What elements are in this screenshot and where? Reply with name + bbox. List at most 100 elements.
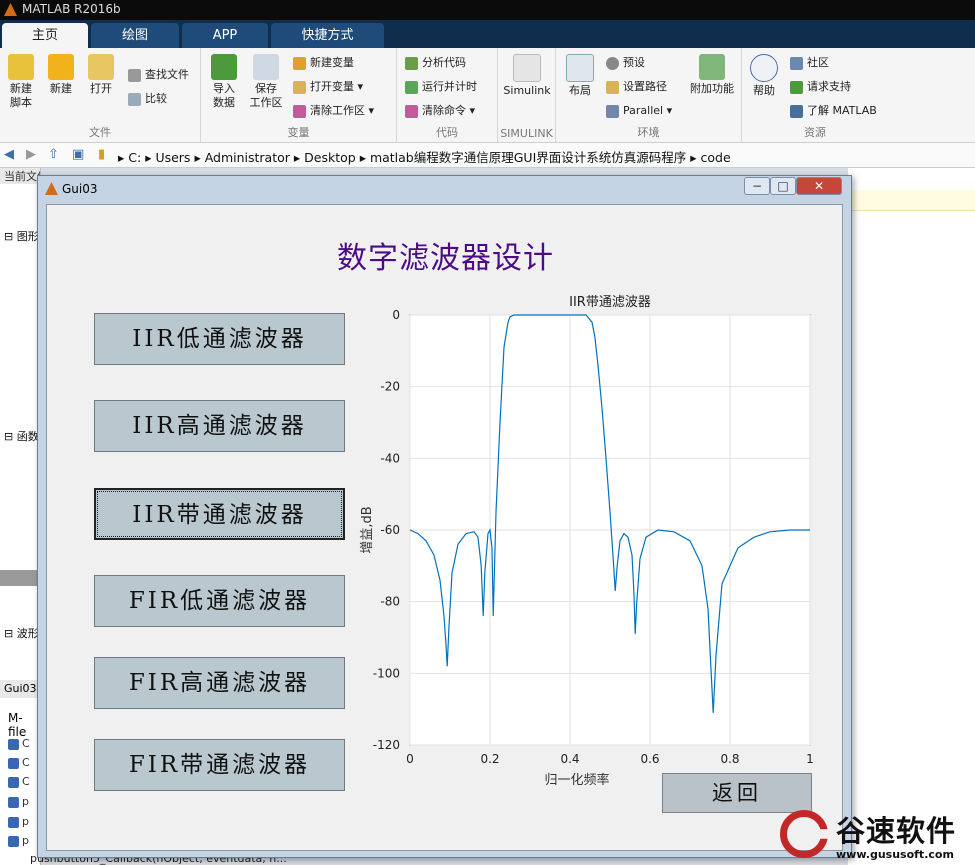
preferences-button[interactable]: 预设 bbox=[606, 54, 645, 72]
fir-highpass-button[interactable]: FIR高通滤波器 bbox=[94, 657, 345, 709]
response-chart: 0 0.2 0.4 0.6 0.8 1 0 -20 -40 -60 -80 -100 -120 IIR带… bbox=[360, 295, 814, 785]
open-variable-icon bbox=[293, 80, 306, 94]
find-files-button[interactable]: 查找文件 bbox=[128, 66, 189, 84]
fir-lowpass-button[interactable]: FIR低通滤波器 bbox=[94, 575, 345, 627]
breadcrumb-item[interactable]: Users bbox=[155, 150, 190, 165]
section-waveforms[interactable]: ⊟ 波形 bbox=[4, 625, 39, 641]
group-label-code: 代码 bbox=[436, 126, 458, 139]
gui-window: Gui03 − □ ✕ 数字滤波器设计 IIR低通滤波器 IIR高通滤波器 II… bbox=[37, 175, 852, 858]
community-button[interactable]: 社区 bbox=[790, 54, 829, 72]
save-workspace-button[interactable]: 保存 工作区 bbox=[247, 54, 285, 110]
y-tick-label: -120 bbox=[373, 738, 400, 752]
list-item[interactable]: C bbox=[8, 775, 38, 789]
up-folder-icon[interactable]: ⇧ bbox=[48, 147, 59, 162]
details-header: Gui03 bbox=[0, 680, 40, 698]
breadcrumb-item[interactable]: Administrator bbox=[205, 150, 290, 165]
compare-button[interactable]: 比较 bbox=[128, 90, 167, 108]
layout-icon bbox=[566, 54, 594, 82]
simulink-button[interactable]: Simulink bbox=[502, 54, 552, 98]
x-axis-label: 归一化频率 bbox=[544, 772, 609, 785]
set-path-button[interactable]: 设置路径 bbox=[606, 78, 667, 96]
window-title: Gui03 bbox=[62, 182, 98, 196]
ribbon-group-environment: 布局 预设 设置路径 Parallel ▾ 附加功能 环境 bbox=[556, 48, 742, 142]
app-titlebar: MATLAB R2016b bbox=[0, 0, 975, 20]
forward-arrow-icon[interactable]: ▶ bbox=[26, 147, 36, 162]
iir-highpass-button[interactable]: IIR高通滤波器 bbox=[94, 400, 345, 452]
iir-bandpass-button[interactable]: IIR带通滤波器 bbox=[94, 488, 345, 540]
clear-workspace-button[interactable]: 清除工作区 ▾ bbox=[293, 102, 374, 120]
gui-client-area: 数字滤波器设计 IIR低通滤波器 IIR高通滤波器 IIR带通滤波器 FIR低通… bbox=[46, 204, 843, 851]
breadcrumb-item[interactable]: matlab编程数字通信原理GUI界面设计系统仿真源码程序 bbox=[370, 150, 686, 165]
watermark-logo: 谷速软件 www.gususoft.com bbox=[780, 808, 975, 865]
tab-apps[interactable]: APP bbox=[182, 23, 268, 48]
close-button[interactable]: ✕ bbox=[796, 177, 842, 195]
x-tick-label: 0.2 bbox=[480, 752, 499, 766]
new-script-icon bbox=[8, 54, 34, 80]
list-item[interactable]: C bbox=[8, 737, 38, 751]
group-label-file: 文件 bbox=[89, 126, 111, 139]
fir-bandpass-button[interactable]: FIR带通滤波器 bbox=[94, 739, 345, 791]
x-tick-label: 0.8 bbox=[720, 752, 739, 766]
ribbon-tabbar: 主页 绘图 APP 快捷方式 bbox=[0, 20, 975, 48]
back-button[interactable]: 返回 bbox=[662, 773, 812, 813]
ribbon: 新建 脚本 新建 打开 查找文件 比较 文件 导入 数据 保存 工作区 新建变量… bbox=[0, 48, 975, 143]
list-item[interactable]: p bbox=[8, 815, 38, 829]
open-variable-button[interactable]: 打开变量 ▾ bbox=[293, 78, 363, 96]
x-tick-label: 0.4 bbox=[560, 752, 579, 766]
new-button[interactable]: 新建 bbox=[44, 54, 78, 96]
import-data-button[interactable]: 导入 数据 bbox=[207, 54, 241, 110]
list-item[interactable]: p bbox=[8, 834, 38, 848]
addons-button[interactable]: 附加功能 bbox=[686, 54, 738, 96]
command-window-background bbox=[848, 168, 975, 865]
new-variable-button[interactable]: 新建变量 bbox=[293, 54, 354, 72]
simulink-icon bbox=[513, 54, 541, 82]
brand-logo-icon bbox=[780, 810, 828, 858]
clear-commands-button[interactable]: 清除命令 ▾ bbox=[405, 102, 475, 120]
section-figures[interactable]: ⊟ 图形 bbox=[4, 228, 39, 244]
group-label-resources: 资源 bbox=[804, 126, 826, 139]
tab-shortcuts[interactable]: 快捷方式 bbox=[271, 23, 384, 48]
breadcrumb-item[interactable]: code bbox=[701, 150, 731, 165]
y-tick-label: -40 bbox=[380, 451, 400, 465]
tab-plots[interactable]: 绘图 bbox=[91, 23, 179, 48]
tab-home[interactable]: 主页 bbox=[2, 23, 88, 48]
import-icon bbox=[211, 54, 237, 80]
new-script-button[interactable]: 新建 脚本 bbox=[4, 54, 38, 110]
parallel-button[interactable]: Parallel ▾ bbox=[606, 102, 672, 120]
set-path-icon bbox=[606, 80, 619, 94]
minimize-button[interactable]: − bbox=[744, 177, 770, 195]
maximize-button[interactable]: □ bbox=[770, 177, 796, 195]
open-button[interactable]: 打开 bbox=[84, 54, 118, 96]
analyze-code-button[interactable]: 分析代码 bbox=[405, 54, 466, 72]
ribbon-group-resources: 帮助 社区 请求支持 了解 MATLAB 资源 bbox=[742, 48, 888, 142]
request-support-icon bbox=[790, 80, 803, 94]
ribbon-group-variable: 导入 数据 保存 工作区 新建变量 打开变量 ▾ 清除工作区 ▾ 变量 bbox=[201, 48, 397, 142]
selected-row[interactable] bbox=[0, 570, 40, 586]
learn-matlab-icon bbox=[790, 104, 803, 118]
help-button[interactable]: 帮助 bbox=[748, 54, 780, 98]
list-item[interactable]: C bbox=[8, 756, 38, 770]
x-tick-label: 0.6 bbox=[640, 752, 659, 766]
function-icon bbox=[8, 796, 19, 808]
iir-lowpass-button[interactable]: IIR低通滤波器 bbox=[94, 313, 345, 365]
app-title: MATLAB R2016b bbox=[22, 2, 121, 16]
breadcrumb: ▸ C: ▸ Users ▸ Administrator ▸ Desktop ▸… bbox=[118, 150, 731, 165]
layout-button[interactable]: 布局 bbox=[562, 54, 598, 98]
browse-folder-icon[interactable]: ▣ bbox=[72, 147, 84, 162]
figure-icon bbox=[45, 182, 58, 195]
mfile-label: M-file bbox=[8, 711, 27, 739]
breadcrumb-item[interactable]: Desktop bbox=[304, 150, 356, 165]
breadcrumb-item[interactable]: C: bbox=[128, 150, 141, 165]
learn-matlab-button[interactable]: 了解 MATLAB bbox=[790, 102, 877, 120]
y-axis-label: 增益,dB bbox=[360, 506, 375, 553]
gear-icon bbox=[606, 56, 619, 70]
matlab-logo-icon bbox=[4, 3, 17, 16]
back-arrow-icon[interactable]: ◀ bbox=[4, 147, 14, 162]
section-functions[interactable]: ⊟ 函数 bbox=[4, 428, 39, 444]
run-and-time-button[interactable]: 运行并计时 bbox=[405, 78, 477, 96]
plus-icon bbox=[48, 54, 74, 80]
list-item[interactable]: p bbox=[8, 795, 38, 809]
request-support-button[interactable]: 请求支持 bbox=[790, 78, 851, 96]
address-bar: ◀ ▶ ⇧ ▣ ▮ ▸ C: ▸ Users ▸ Administrator ▸… bbox=[0, 143, 975, 168]
ribbon-group-simulink: Simulink SIMULINK bbox=[498, 48, 556, 142]
